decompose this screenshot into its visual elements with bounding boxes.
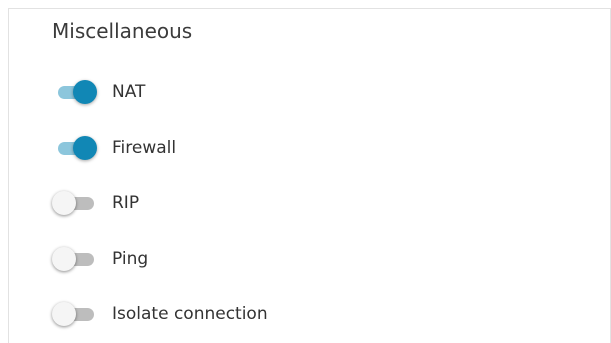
toggle-knob <box>73 80 97 104</box>
rip-toggle[interactable] <box>52 189 96 217</box>
toggle-row-nat: NAT <box>52 78 145 106</box>
toggle-row-firewall: Firewall <box>52 134 176 162</box>
toggle-knob <box>52 247 76 271</box>
rip-label[interactable]: RIP <box>112 189 139 217</box>
isolate-connection-label[interactable]: Isolate connection <box>112 300 268 328</box>
toggle-knob <box>52 191 76 215</box>
toggle-row-isolate-connection: Isolate connection <box>52 300 268 328</box>
nat-toggle[interactable] <box>52 78 97 106</box>
firewall-label[interactable]: Firewall <box>112 134 176 162</box>
nat-label[interactable]: NAT <box>112 78 145 106</box>
isolate-connection-toggle[interactable] <box>52 300 96 328</box>
ping-label[interactable]: Ping <box>112 245 148 273</box>
toggle-knob <box>52 302 76 326</box>
ping-toggle[interactable] <box>52 245 96 273</box>
section-title: Miscellaneous <box>52 19 193 43</box>
toggle-row-ping: Ping <box>52 245 148 273</box>
toggle-knob <box>73 136 97 160</box>
toggle-row-rip: RIP <box>52 189 139 217</box>
firewall-toggle[interactable] <box>52 134 97 162</box>
miscellaneous-panel: Miscellaneous NAT Firewall RIP Ping Isol… <box>8 8 611 343</box>
